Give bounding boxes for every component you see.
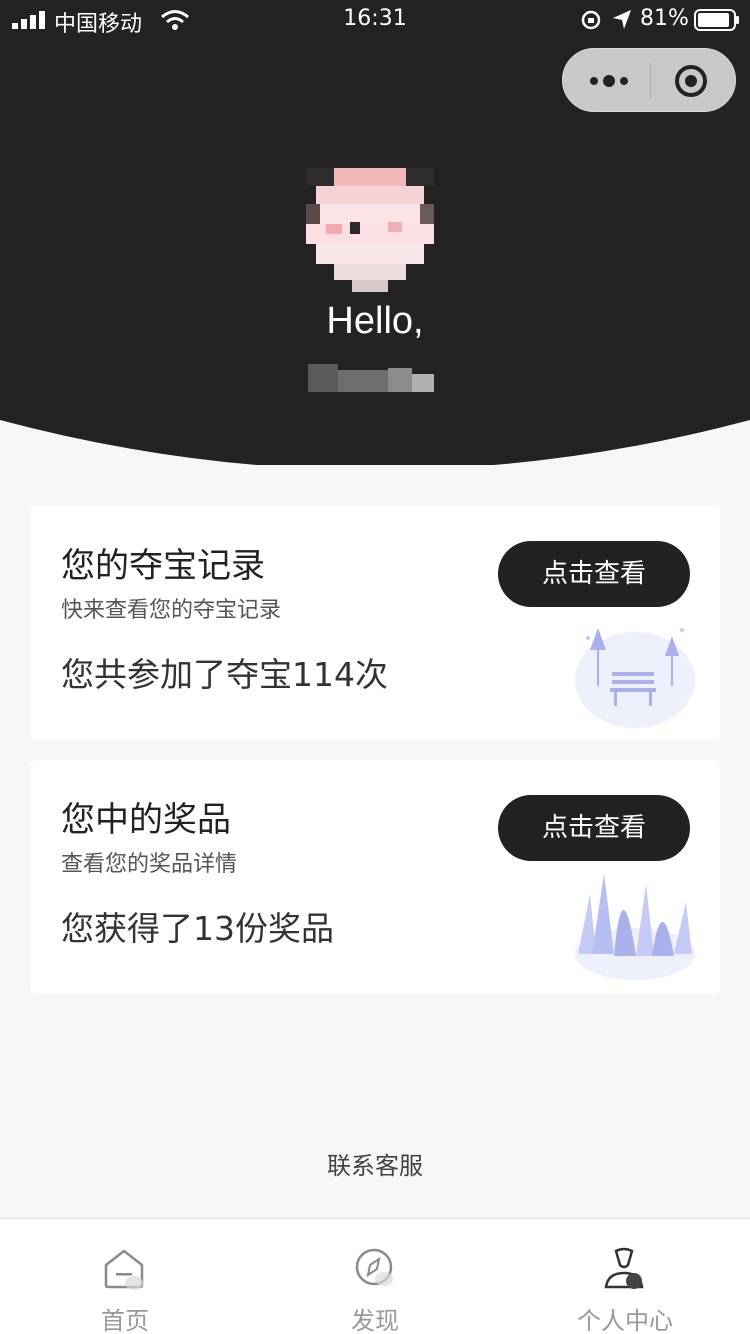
tab-profile[interactable]: 个人中心: [500, 1219, 750, 1334]
user-icon: [604, 1247, 644, 1289]
more-icon[interactable]: [585, 67, 635, 95]
participation-count: 您共参加了夺宝114次: [61, 655, 388, 694]
tab-label: 首页: [101, 1307, 149, 1334]
nickname-redacted: [308, 364, 434, 392]
avatar[interactable]: [306, 168, 434, 292]
tab-discover[interactable]: 发现: [250, 1219, 500, 1334]
status-bar: 中国移动 16:31 81%: [0, 0, 750, 40]
grass-illustration: [575, 874, 695, 980]
miniprogram-capsule: [562, 48, 736, 112]
battery-percent: 81%: [640, 6, 689, 31]
view-records-button[interactable]: 点击查看: [498, 541, 690, 607]
battery-icon: [694, 9, 739, 31]
card-title: 您中的奖品: [61, 800, 231, 840]
clock: 16:31: [343, 6, 407, 31]
greeting-text: Hello,: [326, 300, 424, 342]
close-miniprogram-icon[interactable]: [673, 63, 709, 99]
view-prizes-button[interactable]: 点击查看: [498, 795, 690, 861]
park-bench-illustration: [575, 628, 695, 728]
capsule-divider: [650, 63, 651, 99]
tab-label: 发现: [351, 1307, 399, 1334]
location-arrow-icon: [613, 10, 631, 29]
prize-count: 您获得了13份奖品: [61, 909, 334, 948]
lottery-record-card: 您的夺宝记录 快来查看您的夺宝记录 您共参加了夺宝114次 点击查看: [30, 506, 720, 740]
card-title: 您的夺宝记录: [61, 546, 265, 586]
prizes-card: 您中的奖品 查看您的奖品详情 您获得了13份奖品 点击查看: [30, 760, 720, 994]
home-icon: [104, 1249, 144, 1290]
contact-support-link[interactable]: 联系客服: [0, 1146, 750, 1181]
rotation-lock-icon: [581, 10, 601, 30]
tab-label: 个人中心: [577, 1307, 673, 1334]
compass-icon: [355, 1248, 393, 1286]
tab-home[interactable]: 首页: [0, 1219, 250, 1334]
card-subtitle: 快来查看您的夺宝记录: [61, 598, 282, 623]
tab-bar: 首页 发现 个人中心: [0, 1218, 750, 1334]
card-subtitle: 查看您的奖品详情: [61, 852, 238, 877]
